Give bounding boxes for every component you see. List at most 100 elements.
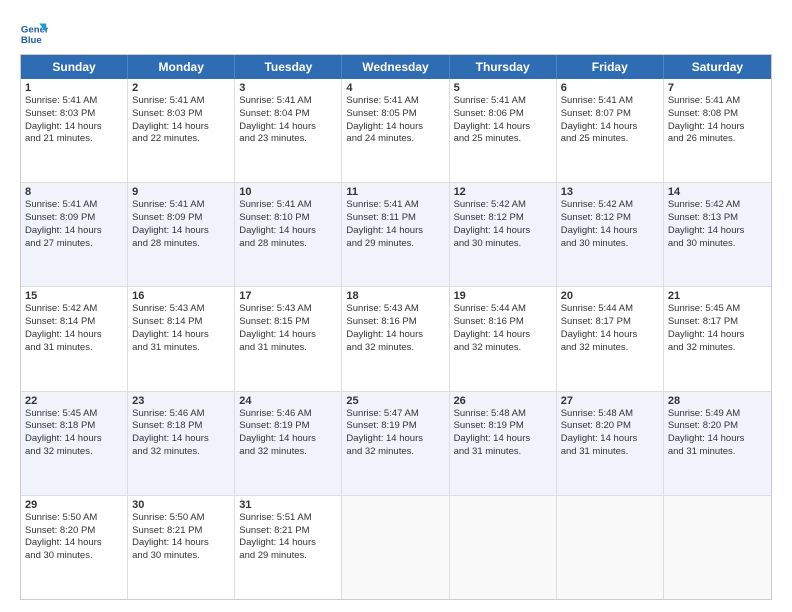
header-day-sunday: Sunday bbox=[21, 55, 128, 79]
cell-line: Sunrise: 5:42 AM bbox=[668, 199, 767, 212]
day-number: 16 bbox=[132, 290, 230, 302]
day-cell-27: 27Sunrise: 5:48 AMSunset: 8:20 PMDayligh… bbox=[557, 392, 664, 495]
day-cell-13: 13Sunrise: 5:42 AMSunset: 8:12 PMDayligh… bbox=[557, 183, 664, 286]
cell-line: and 30 minutes. bbox=[132, 550, 230, 563]
day-number: 17 bbox=[239, 290, 337, 302]
cell-line: Sunset: 8:11 PM bbox=[346, 212, 444, 225]
cell-line: Daylight: 14 hours bbox=[132, 537, 230, 550]
day-cell-25: 25Sunrise: 5:47 AMSunset: 8:19 PMDayligh… bbox=[342, 392, 449, 495]
day-cell-22: 22Sunrise: 5:45 AMSunset: 8:18 PMDayligh… bbox=[21, 392, 128, 495]
cell-line: and 29 minutes. bbox=[239, 550, 337, 563]
cell-line: and 26 minutes. bbox=[668, 133, 767, 146]
day-cell-21: 21Sunrise: 5:45 AMSunset: 8:17 PMDayligh… bbox=[664, 287, 771, 390]
cell-line: Sunrise: 5:41 AM bbox=[132, 199, 230, 212]
day-number: 8 bbox=[25, 186, 123, 198]
cell-line: Sunrise: 5:41 AM bbox=[239, 95, 337, 108]
cell-line: Sunset: 8:20 PM bbox=[25, 525, 123, 538]
cell-line: Sunrise: 5:42 AM bbox=[25, 303, 123, 316]
day-number: 14 bbox=[668, 186, 767, 198]
cell-line: Sunset: 8:17 PM bbox=[561, 316, 659, 329]
cell-line: Daylight: 14 hours bbox=[25, 225, 123, 238]
day-cell-20: 20Sunrise: 5:44 AMSunset: 8:17 PMDayligh… bbox=[557, 287, 664, 390]
day-cell-29: 29Sunrise: 5:50 AMSunset: 8:20 PMDayligh… bbox=[21, 496, 128, 599]
cell-line: Sunset: 8:03 PM bbox=[132, 108, 230, 121]
cell-line: Sunset: 8:18 PM bbox=[132, 420, 230, 433]
day-cell-24: 24Sunrise: 5:46 AMSunset: 8:19 PMDayligh… bbox=[235, 392, 342, 495]
cell-line: Daylight: 14 hours bbox=[239, 225, 337, 238]
cell-line: and 25 minutes. bbox=[561, 133, 659, 146]
cell-line: and 31 minutes. bbox=[668, 446, 767, 459]
cell-line: Sunrise: 5:45 AM bbox=[25, 408, 123, 421]
cell-line: Daylight: 14 hours bbox=[346, 225, 444, 238]
cell-line: Sunrise: 5:42 AM bbox=[454, 199, 552, 212]
cell-line: Daylight: 14 hours bbox=[346, 121, 444, 134]
header-day-saturday: Saturday bbox=[664, 55, 771, 79]
day-number: 22 bbox=[25, 395, 123, 407]
cell-line: and 22 minutes. bbox=[132, 133, 230, 146]
day-number: 30 bbox=[132, 499, 230, 511]
day-number: 9 bbox=[132, 186, 230, 198]
cell-line: Sunset: 8:21 PM bbox=[239, 525, 337, 538]
day-number: 7 bbox=[668, 82, 767, 94]
cell-line: Daylight: 14 hours bbox=[132, 121, 230, 134]
cell-line: and 31 minutes. bbox=[25, 342, 123, 355]
cell-line: Daylight: 14 hours bbox=[454, 329, 552, 342]
day-cell-6: 6Sunrise: 5:41 AMSunset: 8:07 PMDaylight… bbox=[557, 79, 664, 182]
cell-line: and 27 minutes. bbox=[25, 238, 123, 251]
cell-line: Sunrise: 5:41 AM bbox=[454, 95, 552, 108]
calendar-row-3: 22Sunrise: 5:45 AMSunset: 8:18 PMDayligh… bbox=[21, 392, 771, 496]
cell-line: Sunrise: 5:41 AM bbox=[668, 95, 767, 108]
day-cell-9: 9Sunrise: 5:41 AMSunset: 8:09 PMDaylight… bbox=[128, 183, 235, 286]
cell-line: and 31 minutes. bbox=[454, 446, 552, 459]
day-number: 10 bbox=[239, 186, 337, 198]
cell-line: Daylight: 14 hours bbox=[346, 329, 444, 342]
day-number: 6 bbox=[561, 82, 659, 94]
cell-line: Sunrise: 5:43 AM bbox=[239, 303, 337, 316]
cell-line: Daylight: 14 hours bbox=[239, 121, 337, 134]
day-number: 24 bbox=[239, 395, 337, 407]
day-cell-19: 19Sunrise: 5:44 AMSunset: 8:16 PMDayligh… bbox=[450, 287, 557, 390]
cell-line: Sunset: 8:13 PM bbox=[668, 212, 767, 225]
day-cell-3: 3Sunrise: 5:41 AMSunset: 8:04 PMDaylight… bbox=[235, 79, 342, 182]
day-cell-11: 11Sunrise: 5:41 AMSunset: 8:11 PMDayligh… bbox=[342, 183, 449, 286]
page: General Blue SundayMondayTuesdayWednesda… bbox=[0, 0, 792, 612]
day-number: 29 bbox=[25, 499, 123, 511]
cell-line: and 32 minutes. bbox=[346, 342, 444, 355]
day-cell-8: 8Sunrise: 5:41 AMSunset: 8:09 PMDaylight… bbox=[21, 183, 128, 286]
day-cell-5: 5Sunrise: 5:41 AMSunset: 8:06 PMDaylight… bbox=[450, 79, 557, 182]
cell-line: Sunset: 8:18 PM bbox=[25, 420, 123, 433]
cell-line: and 24 minutes. bbox=[346, 133, 444, 146]
empty-cell bbox=[557, 496, 664, 599]
day-cell-2: 2Sunrise: 5:41 AMSunset: 8:03 PMDaylight… bbox=[128, 79, 235, 182]
cell-line: Sunset: 8:10 PM bbox=[239, 212, 337, 225]
cell-line: Sunset: 8:16 PM bbox=[454, 316, 552, 329]
day-number: 3 bbox=[239, 82, 337, 94]
cell-line: Sunrise: 5:41 AM bbox=[346, 95, 444, 108]
cell-line: Sunset: 8:12 PM bbox=[561, 212, 659, 225]
cell-line: Daylight: 14 hours bbox=[668, 121, 767, 134]
cell-line: Sunrise: 5:41 AM bbox=[239, 199, 337, 212]
cell-line: Sunset: 8:14 PM bbox=[25, 316, 123, 329]
day-cell-18: 18Sunrise: 5:43 AMSunset: 8:16 PMDayligh… bbox=[342, 287, 449, 390]
cell-line: Sunrise: 5:50 AM bbox=[132, 512, 230, 525]
day-number: 12 bbox=[454, 186, 552, 198]
cell-line: Sunrise: 5:41 AM bbox=[561, 95, 659, 108]
header: General Blue bbox=[20, 16, 772, 48]
cell-line: Sunset: 8:14 PM bbox=[132, 316, 230, 329]
cell-line: Sunset: 8:21 PM bbox=[132, 525, 230, 538]
header-day-thursday: Thursday bbox=[450, 55, 557, 79]
cell-line: Sunrise: 5:46 AM bbox=[239, 408, 337, 421]
cell-line: Sunrise: 5:51 AM bbox=[239, 512, 337, 525]
cell-line: Daylight: 14 hours bbox=[454, 225, 552, 238]
calendar-header: SundayMondayTuesdayWednesdayThursdayFrid… bbox=[21, 55, 771, 79]
cell-line: Sunset: 8:17 PM bbox=[668, 316, 767, 329]
cell-line: Sunset: 8:07 PM bbox=[561, 108, 659, 121]
day-number: 4 bbox=[346, 82, 444, 94]
cell-line: Sunrise: 5:44 AM bbox=[454, 303, 552, 316]
logo-icon: General Blue bbox=[20, 20, 48, 48]
cell-line: Daylight: 14 hours bbox=[25, 537, 123, 550]
day-number: 18 bbox=[346, 290, 444, 302]
day-number: 23 bbox=[132, 395, 230, 407]
cell-line: Daylight: 14 hours bbox=[132, 225, 230, 238]
cell-line: Sunrise: 5:43 AM bbox=[132, 303, 230, 316]
